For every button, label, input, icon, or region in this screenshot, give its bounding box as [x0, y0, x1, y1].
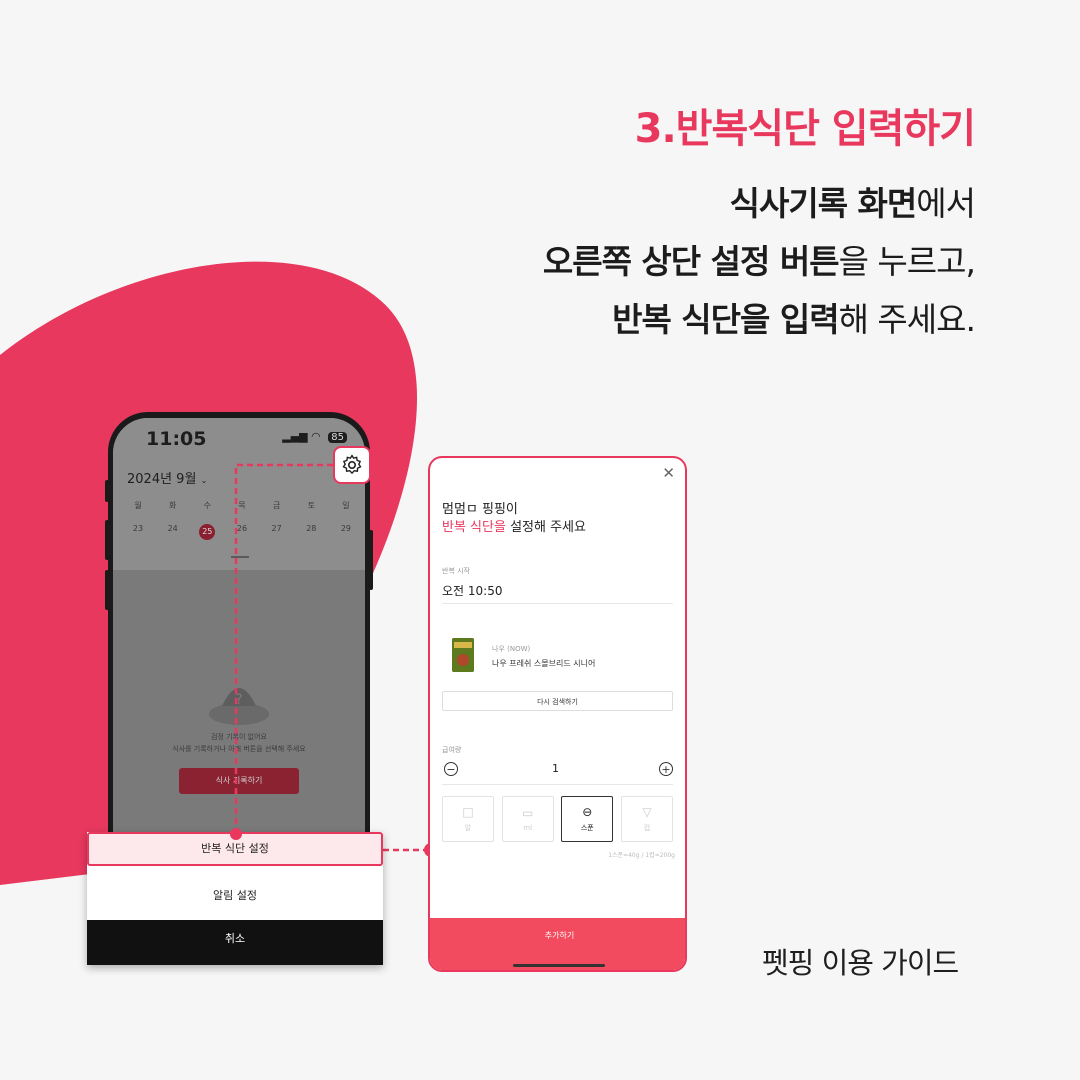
product-image: [452, 638, 474, 672]
unit-note: 1스푼=40g / 1컵=200g: [608, 852, 675, 859]
measure-icon: ▭: [521, 806, 534, 820]
product-name: 나우 프레쉬 스몰브리드 시니어: [492, 659, 596, 668]
repeat-diet-screen: ✕ 멈멈ㅁ 핑핑이 반복 식단을 설정해 주세요 반복 시작 오전 10:50 …: [428, 456, 687, 972]
spoon-icon: ⊖: [582, 805, 593, 819]
increase-button[interactable]: +: [659, 762, 673, 776]
unit-option-ml[interactable]: ▭ ml: [501, 796, 554, 842]
screen-title: 반복 식단을 설정해 주세요: [442, 520, 586, 535]
product-brand: 나우 (NOW): [492, 645, 531, 653]
unit-option-cup[interactable]: ▽ 컵: [620, 796, 673, 842]
action-sheet: 반복 식단 설정 알림 설정 취소: [87, 832, 383, 965]
divider: [442, 603, 673, 604]
pet-name-title: 멈멈ㅁ 핑핑이: [442, 502, 518, 517]
cup-icon: ▽: [642, 805, 652, 819]
notification-setting-option[interactable]: 알림 설정: [87, 876, 383, 916]
bottle-icon: □: [462, 805, 474, 819]
unit-option-spoon[interactable]: ⊖ 스푼: [561, 796, 614, 842]
decrease-button[interactable]: −: [444, 762, 458, 776]
research-button[interactable]: 다시 검색하기: [442, 691, 673, 711]
repeat-start-label: 반복 시작: [442, 567, 470, 575]
connector-dot: [230, 828, 242, 840]
quantity-value: 1: [552, 762, 559, 775]
guide-label: 펫핑 이용 가이드: [762, 946, 959, 980]
cancel-button[interactable]: 취소: [87, 920, 383, 965]
amount-label: 급여량: [442, 746, 462, 754]
home-indicator: [513, 964, 605, 967]
repeat-time-field[interactable]: 오전 10:50: [442, 582, 502, 599]
unit-option-pill[interactable]: □ 알: [442, 796, 494, 842]
divider: [442, 784, 673, 785]
unit-selector: □ 알 ▭ ml ⊖ 스푼 ▽ 컵: [442, 796, 673, 842]
close-icon[interactable]: ✕: [662, 464, 675, 482]
